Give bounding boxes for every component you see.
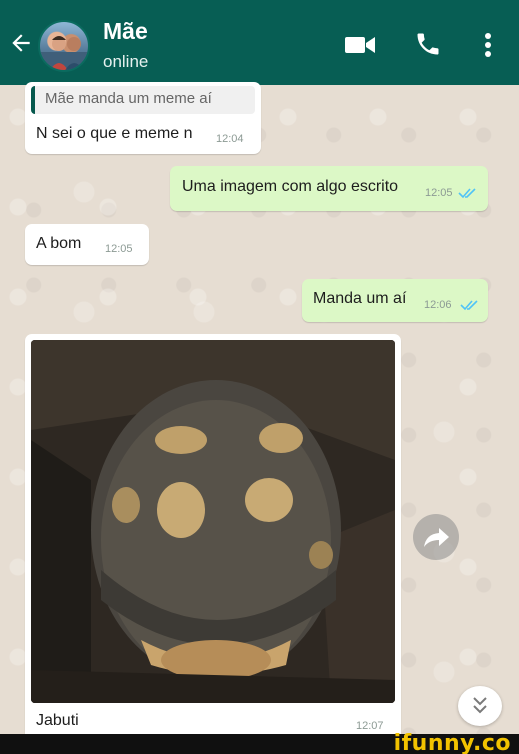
double-chevron-down-icon bbox=[473, 697, 487, 714]
video-call-icon[interactable] bbox=[344, 34, 376, 56]
chat-header: Mãe online bbox=[0, 0, 519, 85]
message-outgoing[interactable]: Uma imagem com algo escrito 12:05 bbox=[170, 166, 488, 211]
message-text: Uma imagem com algo escrito bbox=[182, 178, 399, 195]
phone-call-icon[interactable] bbox=[414, 30, 442, 58]
message-text: N sei o que e meme n bbox=[36, 125, 193, 142]
scroll-to-bottom-button[interactable] bbox=[458, 686, 502, 726]
message-incoming-image[interactable]: Jabuti 12:07 bbox=[25, 334, 401, 744]
message-time: 12:05 bbox=[105, 243, 133, 255]
message-text: A bom bbox=[36, 235, 82, 252]
watermark-logo: ifunny.co bbox=[393, 731, 511, 754]
contact-status: online bbox=[103, 52, 149, 71]
message-time: 12:07 bbox=[356, 720, 384, 732]
image-caption: Jabuti bbox=[36, 712, 79, 729]
message-time: 12:06 bbox=[424, 299, 452, 311]
quoted-message[interactable]: Mãe manda um meme aí bbox=[31, 86, 255, 114]
tortoise-photo[interactable] bbox=[31, 340, 395, 703]
back-arrow-icon[interactable] bbox=[8, 30, 34, 56]
read-ticks-icon bbox=[460, 300, 478, 311]
forward-arrow-icon bbox=[424, 528, 449, 547]
message-time: 12:04 bbox=[216, 133, 244, 145]
forward-button[interactable] bbox=[413, 514, 459, 560]
avatar[interactable] bbox=[38, 20, 90, 72]
message-time: 12:05 bbox=[425, 187, 453, 199]
message-outgoing[interactable]: Manda um aí 12:06 bbox=[302, 279, 488, 322]
read-ticks-icon bbox=[458, 188, 476, 199]
more-options-icon[interactable] bbox=[478, 30, 498, 60]
message-incoming[interactable]: A bom 12:05 bbox=[25, 224, 149, 265]
message-incoming-reply[interactable]: Mãe manda um meme aí N sei o que e meme … bbox=[25, 82, 261, 154]
contact-name[interactable]: Mãe bbox=[103, 18, 148, 45]
message-text: Manda um aí bbox=[313, 290, 407, 307]
